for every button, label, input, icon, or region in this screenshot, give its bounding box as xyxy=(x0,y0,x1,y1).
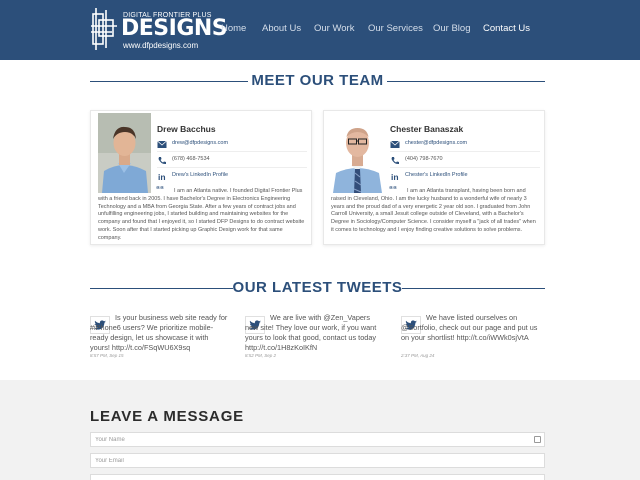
tweet-time[interactable]: 8:52 PM, Sep 2 xyxy=(245,353,276,358)
email-row: chester@dfpdesigns.com xyxy=(390,138,540,152)
tweet-time[interactable]: 2:37 PM, Aug 24 xyxy=(401,353,434,358)
email-field xyxy=(90,453,545,468)
member-bio: ““ I am an Atlanta transplant, having bee… xyxy=(331,185,539,235)
message-textarea[interactable] xyxy=(90,474,545,480)
tweets-title: OUR LATEST TWEETS xyxy=(232,279,403,296)
member-linkedin-link[interactable]: Drew's LinkedIn Profile xyxy=(172,172,228,178)
phone-icon xyxy=(158,157,166,165)
logo-url: www.dfpdesigns.com xyxy=(123,41,199,50)
svg-text:in: in xyxy=(391,172,399,181)
team-card-chester: Chester Banaszak chester@dfpdesigns.com … xyxy=(323,110,545,245)
member-bio-text: I am an Atlanta transplant, having been … xyxy=(331,188,536,233)
nav-about-us[interactable]: About Us xyxy=(262,23,301,34)
member-phone: (404) 798-7670 xyxy=(405,156,443,162)
drew-photo xyxy=(98,113,151,193)
phone-row: (404) 798-7670 xyxy=(390,154,540,168)
logo-wordmark: DESIGNS xyxy=(121,16,228,41)
member-bio: ““ I am an Atlanta native. I founded Digi… xyxy=(98,185,306,243)
linkedin-icon: in xyxy=(391,172,399,181)
site-logo[interactable]: DIGITAL FRONTIER PLUS DESIGNS www.dfpdes… xyxy=(90,6,228,52)
member-phone: (678) 468-7534 xyxy=(172,156,210,162)
team-heading: MEET OUR TEAM xyxy=(90,72,545,92)
phone-row: (678) 468-7534 xyxy=(157,154,307,168)
quote-icon: ““ xyxy=(389,185,397,194)
member-name: Chester Banaszak xyxy=(390,124,464,134)
member-bio-text: I am an Atlanta native. I founded Digita… xyxy=(98,188,305,241)
team-title: MEET OUR TEAM xyxy=(251,72,384,89)
member-email-link[interactable]: drew@dfpdesigns.com xyxy=(172,140,228,146)
member-name: Drew Bacchus xyxy=(157,124,216,134)
email-input[interactable] xyxy=(91,454,544,467)
tweet-time[interactable]: 8:57 PM, Sep 15 xyxy=(90,353,124,358)
envelope-icon xyxy=(390,140,400,148)
member-email-link[interactable]: chester@dfpdesigns.com xyxy=(405,140,467,146)
nav-our-services[interactable]: Our Services xyxy=(368,23,423,34)
tweet-item: We have listed ourselves on @Sortfolio, … xyxy=(401,313,539,363)
team-card-drew: Drew Bacchus drew@dfpdesigns.com (678) 4… xyxy=(90,110,312,245)
quote-icon: ““ xyxy=(156,185,164,194)
tweet-text: We are live with @Zen_Vapers new site! T… xyxy=(245,313,377,352)
tweet-text: We have listed ourselves on @Sortfolio, … xyxy=(401,313,538,342)
nav-contact-us[interactable]: Contact Us xyxy=(483,23,530,34)
name-field xyxy=(90,432,545,447)
svg-text:in: in xyxy=(158,172,166,181)
nav-our-work[interactable]: Our Work xyxy=(314,23,354,34)
linkedin-icon: in xyxy=(158,172,166,181)
contact-card-icon xyxy=(534,436,541,443)
linkedin-row: in Chester's LinkedIn Profile xyxy=(390,170,540,184)
message-title: LEAVE A MESSAGE xyxy=(90,408,244,425)
tweets-heading: OUR LATEST TWEETS xyxy=(90,279,545,299)
name-input[interactable] xyxy=(91,433,544,446)
envelope-icon xyxy=(157,140,167,148)
email-row: drew@dfpdesigns.com xyxy=(157,138,307,152)
message-section: LEAVE A MESSAGE xyxy=(0,380,640,480)
logo-mark-icon xyxy=(91,8,117,50)
tweet-item: Is your business web site ready for #iPh… xyxy=(90,313,228,363)
nav-our-blog[interactable]: Our Blog xyxy=(433,23,471,34)
member-linkedin-link[interactable]: Chester's LinkedIn Profile xyxy=(405,172,468,178)
site-header: DIGITAL FRONTIER PLUS DESIGNS www.dfpdes… xyxy=(0,0,640,60)
phone-icon xyxy=(391,157,399,165)
tweet-text: Is your business web site ready for #iPh… xyxy=(90,313,228,352)
linkedin-row: in Drew's LinkedIn Profile xyxy=(157,170,307,184)
nav-home[interactable]: Home xyxy=(221,23,246,34)
tweet-item: We are live with @Zen_Vapers new site! T… xyxy=(245,313,383,363)
chester-photo xyxy=(331,113,384,193)
